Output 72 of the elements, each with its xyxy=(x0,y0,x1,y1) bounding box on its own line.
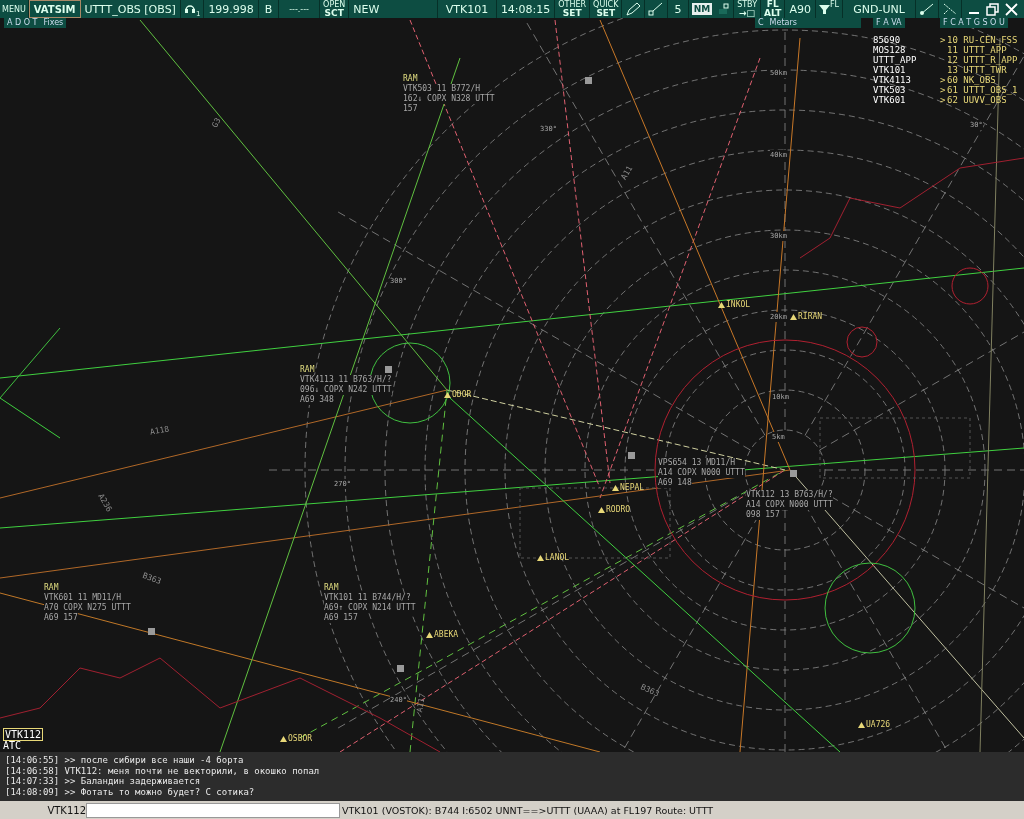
aircraft-list-item[interactable]: UTTT_APP xyxy=(873,55,917,65)
airway-label: G3 xyxy=(210,116,224,130)
atc-list-item[interactable]: 10 RU-CEN_FSS xyxy=(947,35,1018,45)
atc-list-item[interactable]: 61 UTTT_OBS_1 xyxy=(947,85,1018,95)
aircraft-list-item[interactable]: VTK601 xyxy=(873,95,917,105)
logo: VATSIM xyxy=(28,0,81,18)
waypoint-triangle-icon xyxy=(537,555,544,561)
airway-label: B363 xyxy=(638,682,661,700)
pencil-icon xyxy=(625,2,642,16)
waypoint-name: ODOR xyxy=(452,390,472,400)
filter-label: FL xyxy=(829,0,839,9)
airway-label: A118 xyxy=(149,424,170,438)
marker: > xyxy=(940,35,947,45)
aircraft-list-item[interactable]: MOS128 xyxy=(873,45,917,55)
line-icon xyxy=(648,2,665,16)
marker: > xyxy=(940,85,947,95)
panel-tabs[interactable]: A D O T xyxy=(7,18,38,28)
command-input-field[interactable] xyxy=(86,802,340,818)
waypoint-name: RODRO xyxy=(606,505,631,515)
command-prefix: VTK112 xyxy=(46,804,86,816)
data-block-tag: RAM xyxy=(324,583,339,593)
chat-message: [14:06:55] >> после сибири все наши -4 борта xyxy=(5,755,245,766)
panel-title-bar[interactable]: C Metars xyxy=(755,18,861,28)
unit-button[interactable]: NM xyxy=(691,3,713,15)
data-block-tag: RAM xyxy=(403,74,418,84)
separation-icon xyxy=(942,2,958,16)
waypoint-triangle-icon xyxy=(790,314,797,320)
filter-icon xyxy=(818,3,830,15)
airway-label: B363 xyxy=(140,571,163,587)
atc-list-item[interactable]: 12 UTTT_R_APP xyxy=(947,55,1018,65)
atc-list-item[interactable]: 62 UUVV_OBS xyxy=(947,95,1007,105)
waypoint-triangle-icon xyxy=(426,632,433,638)
atc-list-item[interactable]: 60 NK_OBS xyxy=(947,75,996,85)
marker: > xyxy=(940,75,947,85)
waypoint-name: INKOL xyxy=(726,300,751,310)
chat-message: [14:07:33] >> Баландин задерживается xyxy=(5,776,202,787)
waypoint-triangle-icon xyxy=(858,722,865,728)
restore-icon[interactable] xyxy=(986,2,999,16)
panel-tabs[interactable]: C xyxy=(758,18,764,28)
waypoint-triangle-icon xyxy=(612,485,619,491)
airway-label: A117 xyxy=(415,692,429,714)
waypoint-triangle-icon xyxy=(598,507,605,513)
waypoint-name: RIRAN xyxy=(798,312,823,322)
panel-title: Fixes xyxy=(43,18,64,28)
waypoint-name: ABEKA xyxy=(434,630,459,640)
waypoint-name: LANOL xyxy=(545,553,570,563)
aircraft-list-item[interactable]: VTK4113 xyxy=(873,75,917,85)
panel-title: Metars xyxy=(769,18,797,28)
waypoint-name: OSBOR xyxy=(288,734,313,744)
selected-aircraft-type: ATC xyxy=(3,740,23,751)
waypoint-triangle-icon xyxy=(444,392,451,398)
headset-icon xyxy=(183,3,196,15)
close-icon[interactable] xyxy=(1005,2,1018,16)
ruler-icon xyxy=(919,2,935,16)
panel-title-bar[interactable]: A D O T Fixes xyxy=(4,18,67,28)
aircraft-list-item[interactable]: VTK101 xyxy=(873,65,917,75)
waypoint-name: UA726 xyxy=(866,720,891,730)
selected-aircraft-tag[interactable]: VTK112 xyxy=(3,728,44,741)
marker: > xyxy=(940,95,947,105)
data-block-tag: RAM xyxy=(300,365,315,375)
waypoint-name: NEPAL xyxy=(620,483,645,493)
atc-list-item[interactable]: 13 UTTT_TWR xyxy=(947,65,1007,75)
square-icon xyxy=(718,3,731,15)
waypoint-triangle-icon xyxy=(718,302,725,308)
atc-list-item[interactable]: 11 UTTT_APP xyxy=(947,45,1007,55)
aircraft-list-item[interactable]: VTK503 xyxy=(873,85,917,95)
data-block-tag: RAM xyxy=(44,583,59,593)
chat-message: [14:08:09] >> Фотать то можно будет? С сотика? xyxy=(5,786,256,797)
flight-info-text: VTK101 (VOSTOK): B744 I:6502 UNNT==>UTTT (UAAA) at FL197 Route: UTTT xyxy=(342,804,714,816)
chat-message: [14:06:58] VTK112: меня почти не векторили, в окошко попал xyxy=(5,765,321,776)
aircraft-list-item[interactable]: 85690 xyxy=(873,35,917,45)
waypoint-triangle-icon xyxy=(280,736,287,742)
